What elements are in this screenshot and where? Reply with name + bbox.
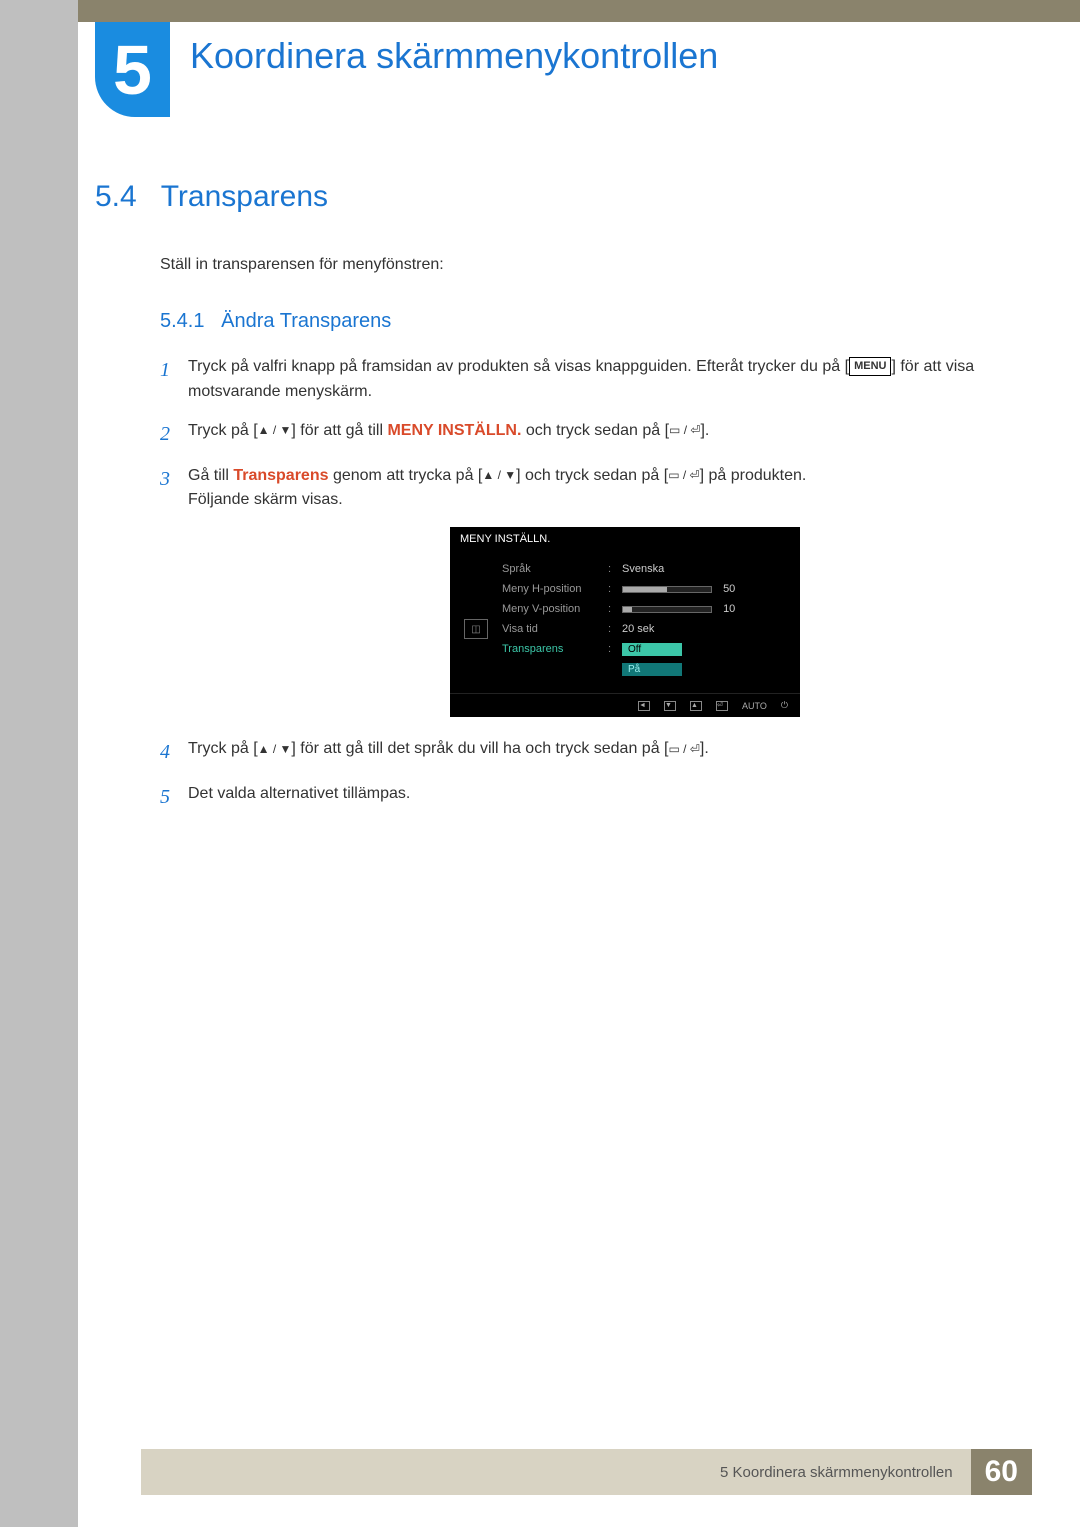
slider-value: 50 bbox=[723, 583, 735, 595]
step-2: 2 Tryck på [▲ / ▼] för att gå till MENY … bbox=[160, 419, 995, 450]
text: Tryck på valfri knapp på framsidan av pr… bbox=[188, 358, 849, 375]
chapter-title: Koordinera skärmmenykontrollen bbox=[190, 35, 718, 77]
colon: : bbox=[608, 623, 616, 635]
colon: : bbox=[608, 643, 616, 655]
osd-panel: MENY INSTÄLLN. ◫ Språk : Svenska Meny H-… bbox=[450, 527, 800, 717]
subsection-number: 5.4.1 bbox=[160, 310, 204, 332]
osd-title: MENY INSTÄLLN. bbox=[450, 527, 800, 551]
osd-value: 50 bbox=[622, 583, 790, 595]
osd-value: 20 sek bbox=[622, 623, 790, 635]
text: Gå till bbox=[188, 467, 233, 484]
text: genom att trycka på [ bbox=[329, 467, 483, 484]
osd-value: 10 bbox=[622, 603, 790, 615]
step-number: 3 bbox=[160, 464, 188, 514]
osd-value: Off bbox=[622, 643, 790, 656]
slider-fill bbox=[623, 607, 632, 612]
updown-icon: ▲ / ▼ bbox=[258, 421, 292, 440]
transparens-label: Transparens bbox=[233, 467, 328, 484]
subsection-heading: 5.4.1 Ändra Transparens bbox=[160, 310, 995, 333]
step-text: Gå till Transparens genom att trycka på … bbox=[188, 464, 806, 514]
slider-bar bbox=[622, 606, 712, 613]
chapter-badge: 5 bbox=[95, 22, 170, 117]
updown-icon: ▲ / ▼ bbox=[482, 466, 516, 485]
section-heading: 5.4 Transparens bbox=[95, 180, 995, 214]
step-number: 5 bbox=[160, 782, 188, 813]
step-text: Tryck på [▲ / ▼] för att gå till MENY IN… bbox=[188, 419, 709, 450]
osd-label: Visa tid bbox=[502, 623, 602, 635]
text: ] och tryck sedan på [ bbox=[516, 467, 668, 484]
colon: : bbox=[608, 583, 616, 595]
meny-installn-label: MENY INSTÄLLN. bbox=[387, 422, 521, 439]
osd-label: Meny H-position bbox=[502, 583, 602, 595]
dropdown-option-off: Off bbox=[622, 643, 682, 656]
osd-left-col: ◫ bbox=[450, 551, 502, 687]
step-number: 1 bbox=[160, 355, 188, 405]
enter-icon: ▭ / ⏎ bbox=[668, 466, 699, 485]
menu-button-icon: MENU bbox=[849, 357, 891, 376]
subsection-title: Ändra Transparens bbox=[221, 310, 391, 332]
text: och tryck sedan på [ bbox=[521, 422, 669, 439]
text: ] för att gå till det språk du vill ha o… bbox=[291, 740, 668, 757]
text: Tryck på [ bbox=[188, 422, 258, 439]
slider-bar bbox=[622, 586, 712, 593]
osd-right-col: Språk : Svenska Meny H-position : 50 bbox=[502, 551, 800, 687]
intro-text: Ställ in transparensen för menyfönstren: bbox=[160, 256, 995, 274]
text: Tryck på [ bbox=[188, 740, 258, 757]
osd-label-selected: Transparens bbox=[502, 643, 602, 655]
osd-row-transparens-opt2: På bbox=[502, 659, 790, 679]
steps-list: 1 Tryck på valfri knapp på framsidan av … bbox=[160, 355, 995, 813]
osd-row-vpos: Meny V-position : 10 bbox=[502, 599, 790, 619]
footer-chapter-label: 5 Koordinera skärmmenykontrollen bbox=[141, 1449, 971, 1495]
osd-label: Språk bbox=[502, 563, 602, 575]
auto-label: AUTO bbox=[742, 701, 767, 711]
content: 5.4 Transparens Ställ in transparensen f… bbox=[95, 180, 995, 827]
step-number: 2 bbox=[160, 419, 188, 450]
osd-value: Svenska bbox=[622, 563, 790, 575]
text: ]. bbox=[700, 740, 709, 757]
colon: : bbox=[608, 563, 616, 575]
dropdown-option-on: På bbox=[622, 663, 682, 676]
text: ] på produkten. bbox=[700, 467, 807, 484]
step-3: 3 Gå till Transparens genom att trycka p… bbox=[160, 464, 995, 514]
step-text: Tryck på valfri knapp på framsidan av pr… bbox=[188, 355, 995, 405]
footer-page-number: 60 bbox=[971, 1449, 1032, 1495]
osd-screenshot: MENY INSTÄLLN. ◫ Språk : Svenska Meny H-… bbox=[255, 527, 995, 717]
nav-left-icon: ◄ bbox=[638, 701, 650, 711]
updown-icon: ▲ / ▼ bbox=[258, 740, 292, 759]
osd-value: På bbox=[622, 663, 790, 676]
chapter-number: 5 bbox=[113, 30, 152, 110]
step-text: Tryck på [▲ / ▼] för att gå till det spr… bbox=[188, 737, 709, 768]
osd-label: Meny V-position bbox=[502, 603, 602, 615]
osd-row-transparens: Transparens : Off bbox=[502, 639, 790, 659]
page-footer: 5 Koordinera skärmmenykontrollen 60 bbox=[141, 1449, 1032, 1495]
sidebar-stripe bbox=[0, 0, 78, 1527]
osd-row-sprak: Språk : Svenska bbox=[502, 559, 790, 579]
osd-row-visa: Visa tid : 20 sek bbox=[502, 619, 790, 639]
section-number: 5.4 bbox=[95, 180, 137, 214]
nav-enter-icon: ⏎ bbox=[716, 701, 728, 711]
section-title: Transparens bbox=[161, 180, 328, 214]
text: ]. bbox=[700, 422, 709, 439]
step-text: Det valda alternativet tillämpas. bbox=[188, 782, 410, 813]
enter-icon: ▭ / ⏎ bbox=[669, 421, 700, 440]
text: Följande skärm visas. bbox=[188, 491, 343, 508]
power-icon: ⏻ bbox=[781, 700, 788, 711]
osd-category-icon: ◫ bbox=[464, 619, 488, 639]
step-1: 1 Tryck på valfri knapp på framsidan av … bbox=[160, 355, 995, 405]
slider-fill bbox=[623, 587, 667, 592]
enter-icon: ▭ / ⏎ bbox=[668, 740, 699, 759]
text: ] för att gå till bbox=[291, 422, 387, 439]
nav-down-icon: ▼ bbox=[664, 701, 676, 711]
osd-body: ◫ Språk : Svenska Meny H-position : bbox=[450, 551, 800, 687]
nav-up-icon: ▲ bbox=[690, 701, 702, 711]
osd-footer-icons: ◄ ▼ ▲ ⏎ AUTO ⏻ bbox=[450, 693, 800, 713]
step-4: 4 Tryck på [▲ / ▼] för att gå till det s… bbox=[160, 737, 995, 768]
slider-value: 10 bbox=[723, 603, 735, 615]
colon: : bbox=[608, 603, 616, 615]
step-5: 5 Det valda alternativet tillämpas. bbox=[160, 782, 995, 813]
step-number: 4 bbox=[160, 737, 188, 768]
top-stripe bbox=[78, 0, 1080, 22]
osd-row-hpos: Meny H-position : 50 bbox=[502, 579, 790, 599]
